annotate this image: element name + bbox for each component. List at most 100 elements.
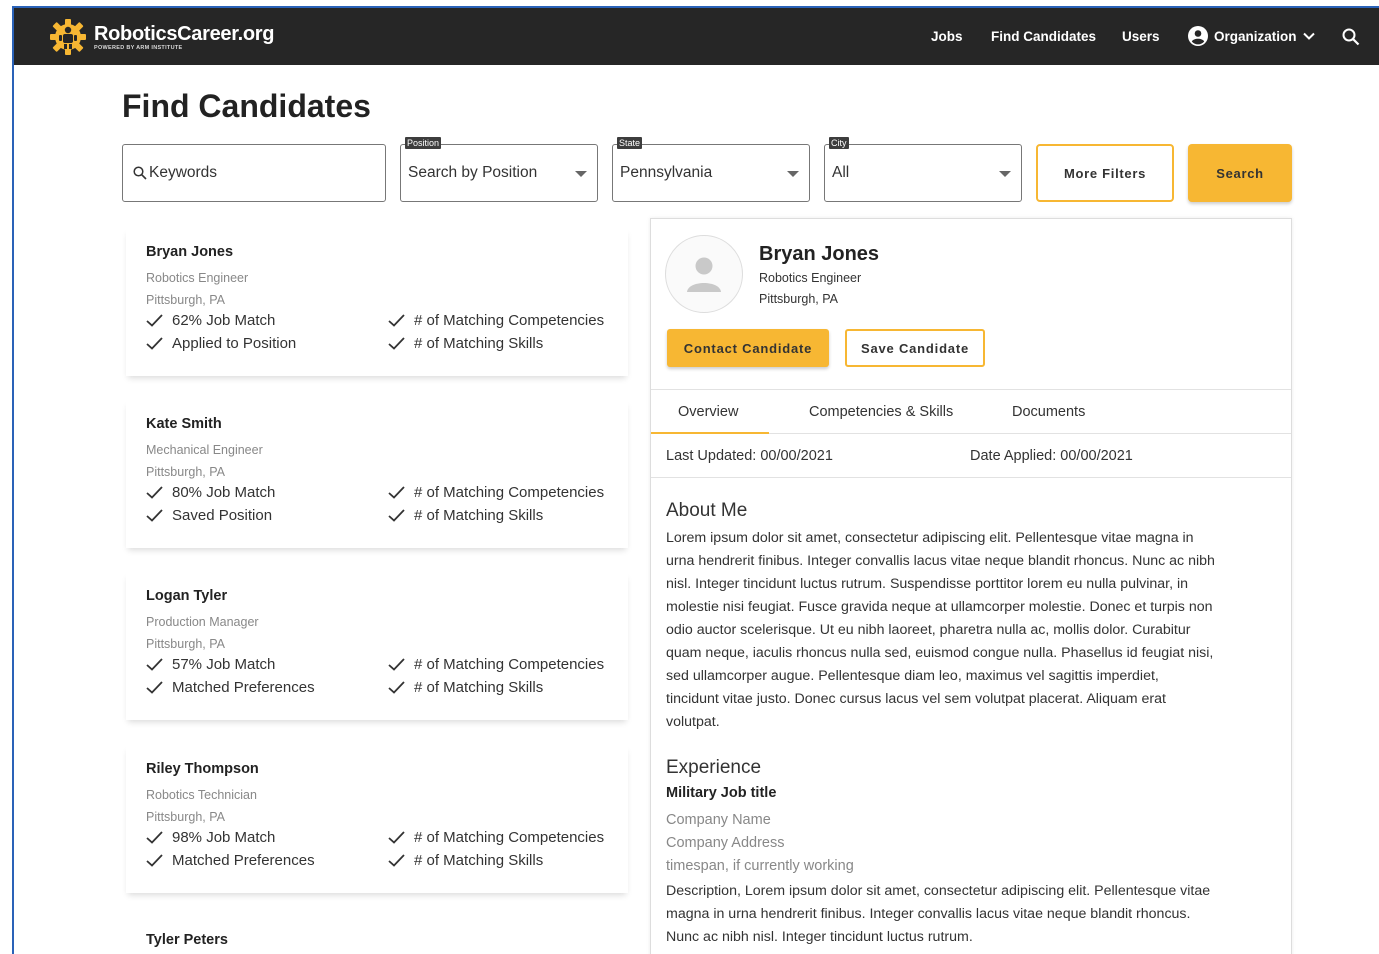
save-candidate-button[interactable]: Save Candidate	[845, 329, 985, 367]
checkmark-icon	[388, 854, 405, 867]
position-select[interactable]: Position Search by Position	[400, 137, 598, 202]
dropdown-caret-icon	[999, 171, 1011, 177]
experience-title: Experience	[666, 757, 762, 778]
checkmark-icon	[146, 854, 163, 867]
checkmark-icon	[146, 681, 163, 694]
status-item: Matched Preferences	[146, 852, 315, 869]
dropdown-caret-icon	[787, 171, 799, 177]
chevron-down-icon	[1302, 32, 1315, 40]
nav-organization-label: Organization	[1214, 28, 1297, 44]
competencies-item: # of Matching Competencies	[388, 312, 604, 329]
candidate-card[interactable]: Riley Thompson Robotics Technician Pitts…	[126, 745, 628, 893]
checkmark-icon	[146, 314, 163, 327]
candidate-role: Robotics Technician	[146, 788, 257, 802]
candidate-role: Robotics Engineer	[146, 271, 249, 285]
job-match-item: 57% Job Match	[146, 656, 275, 673]
candidate-location: Pittsburgh, PA	[146, 293, 225, 307]
search-icon	[133, 166, 147, 180]
keywords-placeholder: Keywords	[149, 164, 218, 181]
skills-item: # of Matching Skills	[388, 507, 543, 524]
avatar	[665, 235, 743, 313]
city-select[interactable]: City All	[824, 137, 1022, 202]
gear-robot-logo-icon	[50, 19, 86, 55]
keywords-input[interactable]: Keywords	[122, 144, 386, 202]
skills-item: # of Matching Skills	[388, 852, 543, 869]
experience-address: Company Address	[666, 835, 785, 851]
checkmark-icon	[388, 658, 405, 671]
checkmark-icon	[388, 337, 405, 350]
search-icon[interactable]	[1342, 28, 1360, 46]
candidate-name: Kate Smith	[146, 416, 222, 432]
about-text: Lorem ipsum dolor sit amet, consectetur …	[666, 530, 1215, 730]
candidate-location: Pittsburgh, PA	[146, 637, 225, 651]
account-circle-icon	[1188, 26, 1208, 46]
checkmark-icon	[146, 831, 163, 844]
candidate-name: Tyler Peters	[146, 932, 228, 948]
app-frame: RoboticsCareer.org POWERED BY ARM INSTIT…	[12, 6, 1379, 954]
checkmark-icon	[388, 314, 405, 327]
competencies-item: # of Matching Competencies	[388, 829, 604, 846]
candidate-name: Bryan Jones	[146, 244, 234, 260]
status-item: Matched Preferences	[146, 679, 315, 696]
candidate-location: Pittsburgh, PA	[146, 465, 225, 479]
checkmark-icon	[388, 486, 405, 499]
brand-name: RoboticsCareer.org	[94, 23, 275, 45]
state-label: State	[617, 137, 643, 149]
nav-users[interactable]: Users	[1122, 29, 1160, 44]
experience-company: Company Name	[666, 812, 771, 828]
city-label: City	[829, 137, 849, 149]
active-tab-indicator	[651, 432, 769, 434]
experience-job-title: Military Job title	[666, 785, 777, 801]
brand-tagline: POWERED BY ARM INSTITUTE	[94, 45, 183, 51]
more-filters-button[interactable]: More Filters	[1036, 144, 1174, 202]
person-avatar-icon	[687, 257, 721, 292]
candidate-detail-panel: Bryan Jones Robotics Engineer Pittsburgh…	[650, 218, 1292, 954]
contact-candidate-button[interactable]: Contact Candidate	[667, 329, 829, 367]
candidate-role: Production Manager	[146, 615, 259, 629]
checkmark-icon	[146, 337, 163, 350]
dropdown-caret-icon	[575, 171, 587, 177]
detail-name: Bryan Jones	[759, 243, 880, 265]
state-select[interactable]: State Pennsylvania	[612, 137, 810, 202]
detail-role: Robotics Engineer	[759, 271, 862, 285]
last-updated: Last Updated: 00/00/2021	[666, 448, 833, 464]
experience-timespan: timespan, if currently working	[666, 858, 854, 874]
page-title: Find Candidates	[122, 88, 371, 124]
about-title: About Me	[666, 500, 748, 521]
candidate-name: Riley Thompson	[146, 761, 259, 777]
candidate-card[interactable]: Kate Smith Mechanical Engineer Pittsburg…	[126, 400, 628, 548]
city-value: All	[832, 164, 850, 181]
divider	[651, 477, 1291, 478]
detail-tabs: Overview Competencies & Skills Documents	[651, 389, 1291, 434]
status-item: Saved Position	[146, 507, 272, 524]
nav-jobs[interactable]: Jobs	[931, 29, 963, 44]
checkmark-icon	[146, 658, 163, 671]
candidate-card[interactable]: Logan Tyler Production Manager Pittsburg…	[126, 572, 628, 720]
candidate-card[interactable]: Tyler Peters	[126, 916, 628, 954]
candidate-card[interactable]: Bryan Jones Robotics Engineer Pittsburgh…	[126, 228, 628, 376]
skills-item: # of Matching Skills	[388, 335, 543, 352]
detail-location: Pittsburgh, PA	[759, 292, 838, 306]
checkmark-icon	[146, 486, 163, 499]
brand-logo[interactable]: RoboticsCareer.org POWERED BY ARM INSTIT…	[48, 17, 275, 57]
status-item: Applied to Position	[146, 335, 296, 352]
experience-description: Description, Lorem ipsum dolor sit amet,…	[666, 883, 1211, 945]
search-button[interactable]: Search	[1188, 144, 1292, 202]
competencies-item: # of Matching Competencies	[388, 484, 604, 501]
checkmark-icon	[388, 509, 405, 522]
job-match-item: 98% Job Match	[146, 829, 275, 846]
skills-item: # of Matching Skills	[388, 679, 543, 696]
competencies-item: # of Matching Competencies	[388, 656, 604, 673]
top-nav: RoboticsCareer.org POWERED BY ARM INSTIT…	[14, 8, 1379, 65]
checkmark-icon	[146, 509, 163, 522]
candidate-location: Pittsburgh, PA	[146, 810, 225, 824]
tab-competencies-skills[interactable]: Competencies & Skills	[809, 404, 953, 420]
checkmark-icon	[388, 681, 405, 694]
tab-overview[interactable]: Overview	[678, 404, 738, 420]
nav-find-candidates[interactable]: Find Candidates	[991, 29, 1096, 44]
job-match-item: 62% Job Match	[146, 312, 275, 329]
tab-documents[interactable]: Documents	[1012, 404, 1085, 420]
position-label: Position	[405, 137, 442, 149]
nav-organization-menu[interactable]: Organization	[1188, 26, 1321, 46]
position-value: Search by Position	[408, 164, 538, 181]
